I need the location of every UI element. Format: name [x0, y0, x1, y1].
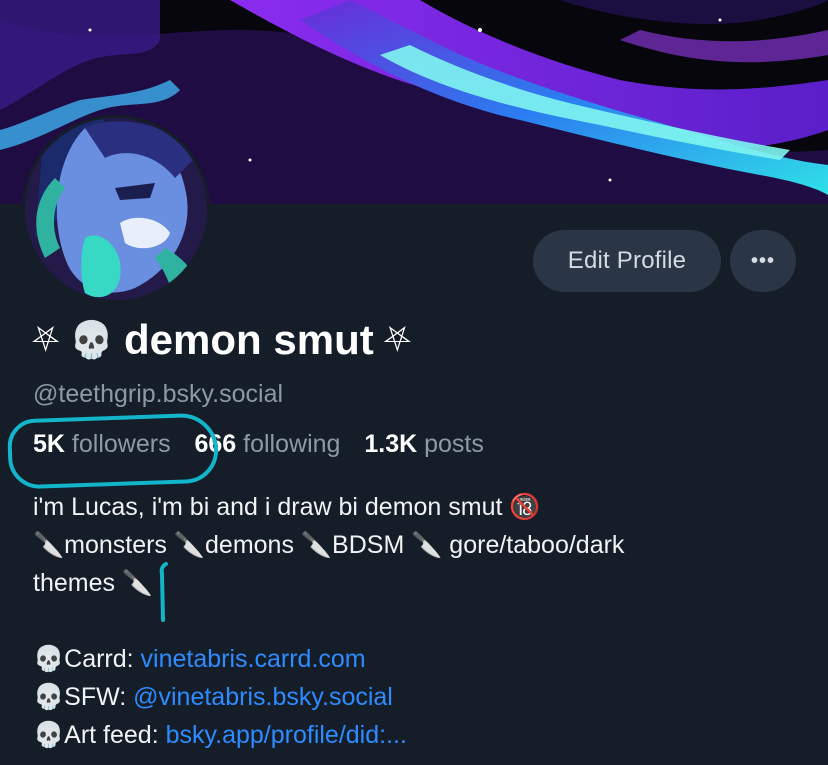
following-label: following — [243, 430, 341, 458]
skull-emoji: 💀 — [69, 319, 115, 360]
skull-emoji: 💀 — [33, 645, 65, 673]
avatar-image — [25, 118, 207, 300]
bio-tag: 🔪demons — [173, 531, 294, 559]
bio-link-label: Carrd: — [64, 645, 141, 673]
edit-profile-label: Edit Profile — [567, 247, 687, 274]
pentagram-icon: ⛧ — [32, 321, 60, 359]
bio-line: i'm Lucas, i'm bi and i draw bi demon sm… — [33, 493, 541, 521]
more-options-button[interactable]: ••• — [730, 230, 796, 292]
carrd-link[interactable]: vinetabris.carrd.com — [141, 645, 366, 673]
posts-stat: 1.3K posts — [364, 430, 484, 458]
profile-bio: i'm Lucas, i'm bi and i draw bi demon sm… — [33, 488, 803, 754]
bio-tag: 🔪BDSM — [300, 531, 405, 559]
skull-emoji: 💀 — [33, 721, 65, 749]
bio-link-row: 💀SFW: @vinetabris.bsky.social — [33, 678, 803, 716]
bio-link-label: Art feed: — [64, 721, 166, 749]
bio-link-label: SFW: — [64, 683, 134, 711]
display-name-text: demon smut — [124, 316, 374, 363]
posts-count: 1.3K — [364, 430, 418, 458]
annotation-circle — [6, 412, 220, 490]
pentagram-icon: ⛧ — [383, 321, 411, 359]
avatar[interactable] — [22, 115, 210, 303]
edit-profile-button[interactable]: Edit Profile — [533, 230, 721, 292]
annotation-cursor-mark — [159, 562, 168, 622]
profile-handle: @teethgrip.bsky.social — [33, 380, 284, 408]
display-name: ⛧ 💀 demon smut ⛧ — [32, 314, 411, 366]
bio-line: themes 🔪 — [33, 569, 154, 597]
bio-link-row: 💀Carrd: vinetabris.carrd.com — [33, 640, 803, 678]
posts-label: posts — [424, 430, 484, 458]
ellipsis-icon: ••• — [750, 249, 775, 272]
bio-tags-line: 🔪monsters 🔪demons 🔪BDSM 🔪 gore/taboo/dar… — [33, 526, 803, 564]
skull-emoji: 💀 — [33, 683, 65, 711]
sfw-profile-link[interactable]: @vinetabris.bsky.social — [133, 683, 393, 711]
bio-tag: 🔪 gore/taboo/dark — [411, 531, 625, 559]
bio-tag: 🔪monsters — [33, 531, 167, 559]
bio-link-row: 💀Art feed: bsky.app/profile/did:... — [33, 716, 803, 754]
art-feed-link[interactable]: bsky.app/profile/did:... — [166, 721, 407, 749]
